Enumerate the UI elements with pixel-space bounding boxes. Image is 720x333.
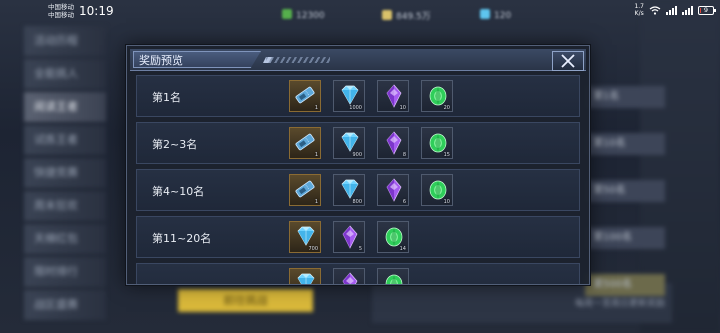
background-menu-item[interactable]: 快捷竞赛 <box>24 158 106 188</box>
reward-item[interactable]: 15 <box>421 127 453 159</box>
reward-quantity: 900 <box>352 152 362 158</box>
gold-icon <box>382 10 392 20</box>
reward-item[interactable]: 14 <box>377 221 409 253</box>
net-speed-unit: K/s <box>634 10 644 17</box>
reward-item[interactable]: 900 <box>333 127 365 159</box>
resource-3-value: 120 <box>494 11 512 21</box>
network-speed: 1.7 K/s <box>634 3 644 17</box>
background-menu-item[interactable]: 战区盛赛 <box>24 290 106 320</box>
reward-quantity: 10 <box>443 199 450 205</box>
clock: 10:19 <box>79 4 114 18</box>
go-challenge-button[interactable]: 前往挑战 <box>178 289 313 312</box>
wifi-icon <box>649 5 661 15</box>
close-button[interactable] <box>552 51 584 71</box>
reward-quantity: 1 <box>314 199 318 205</box>
reward-item[interactable]: 1 <box>289 80 321 112</box>
background-menu-item[interactable]: 全能挑人 <box>24 59 106 89</box>
status-bar: 中国移动 中国移动 10:19 12300 849.5万 120 1.7 K/s… <box>0 0 720 24</box>
reward-row: 第1名 1 1000 10 20 <box>136 75 580 117</box>
dialog-header: 奖励预览 <box>130 49 586 71</box>
rank-label: 第4~10名 <box>152 185 205 198</box>
background-menu-item[interactable]: 试炼王者 <box>24 125 106 155</box>
carrier-2: 中国移动 <box>48 11 74 19</box>
reward-list[interactable]: 第1名 1 1000 10 20 第2~3名 1 900 8 15 第4~10名 1 800 6 10 第11… <box>136 75 580 284</box>
resource-gold: 849.5万 <box>382 9 431 22</box>
reward-items: 1 900 8 15 <box>289 127 453 159</box>
reward-item[interactable]: 1 <box>289 127 321 159</box>
game-screen: 活动历程 全能挑人 阅读王者 试炼王者 快捷竞赛 周末狂欢 天梯红包 限时排行 战区盛赛 第1名… <box>0 0 720 333</box>
resource-2-value: 849.5万 <box>396 12 431 22</box>
background-menu-item[interactable]: 天梯红包 <box>24 224 106 254</box>
signal-2-icon <box>682 5 693 15</box>
reward-item[interactable]: 8 <box>377 127 409 159</box>
resource-energy: 12300 <box>282 9 325 21</box>
net-speed-value: 1.7 <box>634 3 644 10</box>
reward-item[interactable]: 20 <box>421 80 453 112</box>
background-rank-chip: 第50名 <box>585 180 665 202</box>
reward-items <box>289 268 409 284</box>
rank-label: 第2~3名 <box>152 138 198 151</box>
reward-quantity: 1000 <box>349 105 362 111</box>
battery-level <box>700 7 701 13</box>
diamond-resource-icon <box>480 9 490 19</box>
reward-quantity: 14 <box>399 246 406 252</box>
reward-items: 1 1000 10 20 <box>289 80 453 112</box>
background-rank-chip: 第10名 <box>585 133 665 155</box>
rank-label: 第1名 <box>152 91 181 104</box>
close-icon <box>561 54 575 68</box>
signal-icon <box>666 5 677 15</box>
system-indicators: 1.7 K/s 9 <box>634 3 716 17</box>
reward-item[interactable] <box>289 268 321 284</box>
reward-quantity: 20 <box>443 105 450 111</box>
resource-1-value: 12300 <box>296 11 325 21</box>
background-rank-chip: 第100名 <box>585 227 665 249</box>
reward-item[interactable] <box>333 268 365 284</box>
header-stripes <box>266 57 330 63</box>
background-tip: 每周一至周日更新奖励 <box>575 299 666 309</box>
reward-item[interactable]: 700 <box>289 221 321 253</box>
background-menu-item[interactable]: 限时排行 <box>24 257 106 287</box>
dialog-title: 奖励预览 <box>139 54 183 67</box>
carrier-info: 中国移动 中国移动 <box>48 3 74 19</box>
reward-quantity: 6 <box>402 199 406 205</box>
reward-row: 第2~3名 1 900 8 15 <box>136 122 580 164</box>
resource-diamond: 120 <box>480 9 511 21</box>
reward-row: 第4~10名 1 800 6 10 <box>136 169 580 211</box>
reward-quantity: 15 <box>443 152 450 158</box>
reward-item[interactable] <box>377 268 409 284</box>
carrier-1: 中国移动 <box>48 3 74 11</box>
reward-row <box>136 263 580 284</box>
reward-quantity: 5 <box>358 246 362 252</box>
reward-quantity: 8 <box>402 152 406 158</box>
reward-item[interactable]: 1000 <box>333 80 365 112</box>
background-left-menu: 活动历程 全能挑人 阅读王者 试炼王者 快捷竞赛 周末狂欢 天梯红包 限时排行 战区盛赛 <box>24 26 106 326</box>
reward-quantity: 1 <box>314 105 318 111</box>
reward-items: 700 5 14 <box>289 221 409 253</box>
background-menu-item[interactable]: 周末狂欢 <box>24 191 106 221</box>
reward-quantity: 700 <box>308 246 318 252</box>
reward-item[interactable]: 10 <box>377 80 409 112</box>
reward-item[interactable]: 10 <box>421 174 453 206</box>
battery-value: 9 <box>703 5 709 14</box>
reward-preview-dialog: 奖励预览 第1名 1 1000 10 20 第2~3名 1 900 8 15 第4~10名 1 800 6… <box>126 45 590 285</box>
reward-quantity: 1 <box>314 152 318 158</box>
rank-label: 第11~20名 <box>152 232 212 245</box>
background-rank-chips: 第1名第10名第50名第100名第500名 <box>585 86 665 321</box>
reward-quantity: 800 <box>352 199 362 205</box>
reward-item[interactable]: 800 <box>333 174 365 206</box>
reward-item[interactable]: 5 <box>333 221 365 253</box>
background-rank-chip: 第500名 <box>585 274 665 296</box>
background-menu-item[interactable]: 阅读王者 <box>24 92 106 122</box>
reward-row: 第11~20名 700 5 14 <box>136 216 580 258</box>
energy-icon <box>282 9 292 19</box>
reward-item[interactable]: 1 <box>289 174 321 206</box>
background-menu-item[interactable]: 活动历程 <box>24 26 106 56</box>
background-rank-chip: 第1名 <box>585 86 665 108</box>
reward-items: 1 800 6 10 <box>289 174 453 206</box>
battery-icon: 9 <box>698 5 716 15</box>
reward-item[interactable]: 6 <box>377 174 409 206</box>
reward-quantity: 10 <box>399 105 406 111</box>
